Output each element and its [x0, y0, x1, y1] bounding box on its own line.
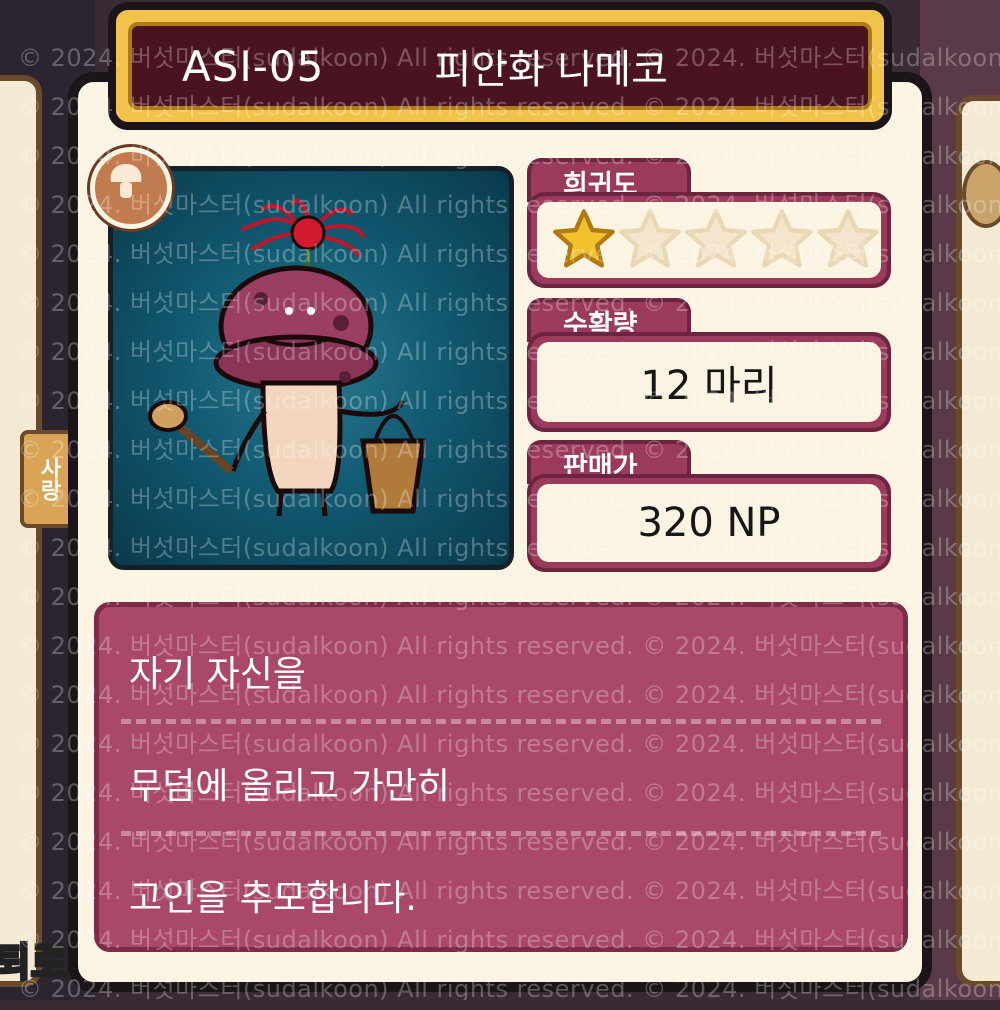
- harvest-box: 12 마리: [527, 332, 891, 432]
- price-box: 320 NP: [527, 474, 891, 572]
- background-right-card: [956, 95, 1000, 987]
- star-empty-icon: [817, 209, 879, 268]
- description-line-3: 고인을 추모합니다.: [129, 878, 417, 919]
- mushroom-code: ASI-05: [182, 41, 325, 91]
- rarity-box: [527, 192, 891, 288]
- description-line-2: 무덤에 올리고 가만히: [129, 766, 450, 807]
- description-line-1: 자기 자신을: [129, 654, 307, 695]
- mushroom-badge-icon: [90, 147, 172, 229]
- star-empty-icon: [685, 209, 747, 268]
- mushroom-portrait: [108, 166, 514, 570]
- title-bar: ASI-05 피안화 나메코: [108, 2, 892, 130]
- rarity-stars: [537, 202, 881, 278]
- spider-lily-icon: [241, 198, 365, 271]
- background-left-card: [0, 75, 42, 987]
- description-divider: [121, 831, 881, 836]
- description-panel: 자기 자신을 무덤에 올리고 가만히 고인을 추모합니다.: [94, 602, 908, 952]
- bottom-badge-label: 퇴로: [0, 939, 69, 988]
- mushroom-name: 피안화 나메코: [434, 47, 668, 93]
- mushroom-illustration: [148, 198, 426, 517]
- star-empty-icon: [751, 209, 813, 268]
- description-divider: [121, 719, 881, 724]
- star-empty-icon: [619, 209, 681, 268]
- title-plate: ASI-05 피안화 나메코: [128, 22, 872, 110]
- harvest-value: 12 마리: [537, 342, 881, 422]
- star-filled-icon: [553, 209, 615, 268]
- price-value: 320 NP: [537, 484, 881, 562]
